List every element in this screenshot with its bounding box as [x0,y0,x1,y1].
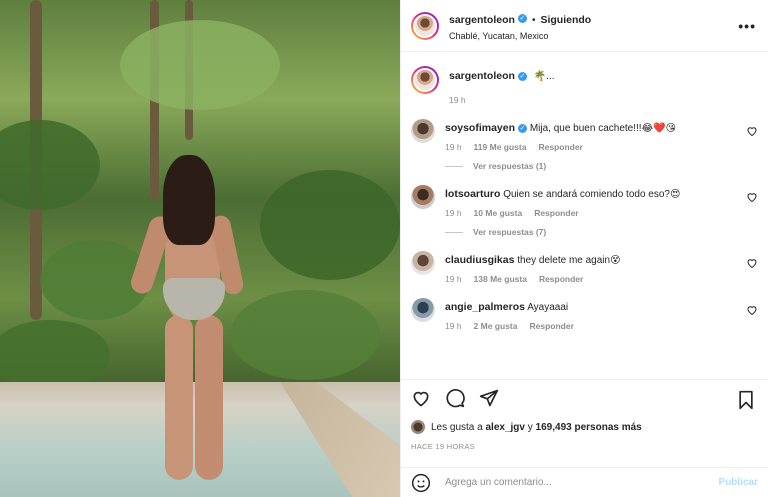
likes-prefix: Les gusta a [431,421,483,433]
comment-text: they delete me again😵 [517,255,621,266]
comment-text: Ayayaaai [527,302,569,313]
reply-button[interactable]: Responder [529,321,573,331]
author-username[interactable]: sargentoleon [449,14,515,26]
comment-likes[interactable]: 2 Me gusta [474,321,518,331]
comment-input[interactable] [443,476,719,489]
verified-badge-icon: ✓ [517,14,527,24]
comment-time[interactable]: 19 h [445,321,462,331]
heart-icon[interactable] [411,388,431,408]
heart-icon[interactable] [746,257,758,269]
reply-button[interactable]: Responder [538,142,582,152]
likes-count[interactable]: 169,493 personas más [536,422,642,433]
comment-item: lotsoarturo Quien se andará comiendo tod… [411,185,758,218]
share-paper-plane-icon[interactable] [479,388,499,408]
post-timestamp[interactable]: HACE 19 HORAS [411,442,758,451]
comment-item: angie_palmeros Ayayaaai 19 h 2 Me gusta Re… [411,298,758,331]
comment-text: Mija, que buen cachete!!!😂❤️😘 [529,123,677,134]
heart-icon[interactable] [746,125,758,137]
commenter-avatar[interactable] [411,251,435,275]
view-replies-button[interactable]: Ver respuestas (1) [445,161,758,171]
person-figure [128,150,246,485]
commenter-username[interactable]: lotsoarturo [445,188,500,200]
comment-likes[interactable]: 138 Me gusta [474,274,527,284]
commenter-username[interactable]: angie_palmeros [445,301,525,313]
commenter-avatar[interactable] [411,119,435,143]
post-photo[interactable] [0,0,400,497]
post-header: sargentoleon ✓ • Siguiendo Chablé, Yucatan,… [401,0,768,52]
commenter-username[interactable]: soysofimayen [445,122,515,134]
liker-username[interactable]: alex_jgv [486,422,525,433]
heart-icon[interactable] [746,304,758,316]
comment-bubble-icon[interactable] [445,388,465,408]
canopy [120,20,280,110]
post-side-panel: sargentoleon ✓ • Siguiendo Chablé, Yucatan,… [400,0,768,497]
comment-time[interactable]: 19 h [445,208,462,218]
following-button[interactable]: Siguiendo [540,14,591,26]
caption: sargentoleon ✓ 🌴... 19 h [411,52,758,105]
view-replies-button[interactable]: Ver respuestas (7) [445,227,758,237]
liker-avatar [411,420,425,434]
commenter-avatar[interactable] [411,185,435,209]
author-avatar[interactable] [411,66,439,94]
comment-item: claudiusgikas they delete me again😵 19 h… [411,251,758,284]
verified-badge-icon: ✓ [518,123,528,133]
comments-list[interactable]: sargentoleon ✓ 🌴... 19 h soysofimayen ✓ Mi… [401,52,768,379]
emoji-smile-icon[interactable] [411,473,431,493]
bookmark-icon[interactable] [736,390,756,410]
separator-dot: • [531,15,536,26]
heart-icon[interactable] [746,191,758,203]
post-location[interactable]: Chablé, Yucatan, Mexico [449,31,591,41]
instagram-post-view: sargentoleon ✓ • Siguiendo Chablé, Yucatan,… [0,0,768,497]
post-actions: Les gusta a alex_jgv y 169,493 personas … [401,379,768,497]
palm-leaf [230,290,380,380]
likes-summary[interactable]: Les gusta a alex_jgv y 169,493 personas … [411,420,758,434]
add-comment-bar: Publicar [401,467,768,497]
caption-time: 19 h [449,95,466,105]
comment-likes[interactable]: 119 Me gusta [474,142,527,152]
author-avatar[interactable] [411,11,439,40]
palm-leaf [260,170,400,280]
commenter-username[interactable]: claudiusgikas [445,254,514,266]
comment-text: Quien se andará comiendo todo eso?😍 [503,189,681,200]
comment-likes[interactable]: 10 Me gusta [474,208,523,218]
palm-leaf [0,120,100,210]
comment-time[interactable]: 19 h [445,274,462,284]
comment-item: soysofimayen ✓ Mija, que buen cachete!!!😂… [411,119,758,152]
caption-text: 🌴... [533,71,555,82]
more-options-icon[interactable]: ••• [738,18,756,34]
publish-button[interactable]: Publicar [719,477,758,488]
commenter-avatar[interactable] [411,298,435,322]
reply-button[interactable]: Responder [534,208,578,218]
verified-badge-icon: ✓ [517,71,527,81]
caption-username[interactable]: sargentoleon [449,70,515,82]
reply-button[interactable]: Responder [539,274,583,284]
likes-connector: y [527,421,533,433]
comment-time[interactable]: 19 h [445,142,462,152]
palm-leaf [0,320,110,390]
